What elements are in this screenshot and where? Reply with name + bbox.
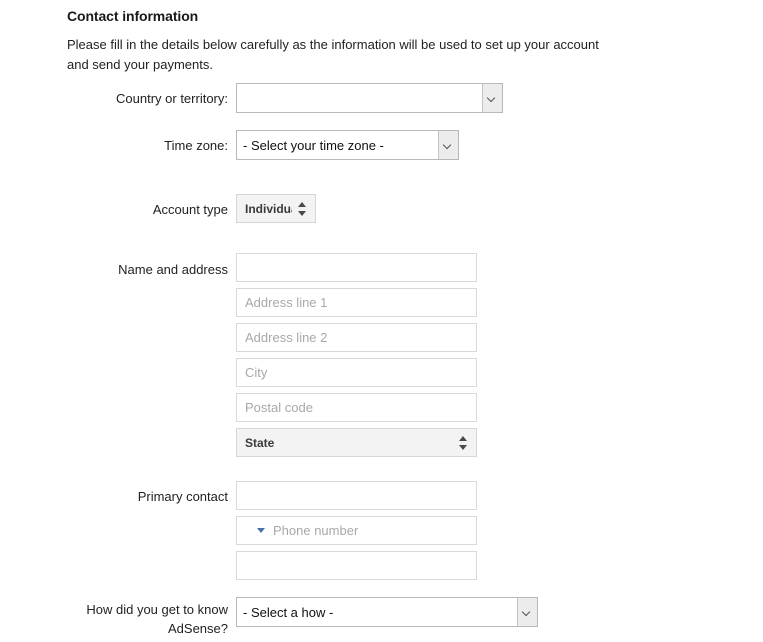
time-zone-label: Time zone: [164,138,228,153]
city-input[interactable]: City [236,358,477,387]
address-line-2-input[interactable]: Address line 2 [236,323,477,352]
postal-code-placeholder: Postal code [245,400,313,415]
time-zone-value: - Select your time zone - [243,137,384,153]
how-did-you-know-select[interactable]: - Select a how - [236,597,538,627]
address-line-1-input[interactable]: Address line 1 [236,288,477,317]
country-or-territory-label: Country or territory: [116,91,228,106]
how-did-you-know-label-line-2: AdSense? [168,621,228,636]
how-did-you-know-value: - Select a how - [243,604,334,620]
account-type-label: Account type [152,202,228,217]
country-or-territory-value [237,84,482,112]
phone-number-placeholder: Phone number [273,523,359,538]
address-line-1-placeholder: Address line 1 [245,295,328,310]
how-did-you-know-label: How did you get to know AdSense? [0,600,228,638]
how-did-you-know-label-line-1: How did you get to know [86,602,228,617]
primary-contact-email-input[interactable] [236,551,477,580]
section-description: Please fill in the details below careful… [67,37,599,72]
name-and-address-label: Name and address [118,262,228,277]
full-name-input[interactable] [236,253,477,282]
up-down-arrows-icon [459,435,468,450]
up-down-arrows-icon [298,201,307,216]
address-line-2-placeholder: Address line 2 [245,330,328,345]
phone-number-input[interactable]: Phone number [236,516,477,545]
page-title: Contact information [67,8,199,24]
country-or-territory-select[interactable] [236,83,503,113]
state-value: State [245,435,275,450]
primary-contact-label: Primary contact [137,489,228,504]
contact-information-form: Contact information Please fill in the d… [0,0,763,642]
primary-contact-name-input[interactable] [236,481,477,510]
postal-code-input[interactable]: Postal code [236,393,477,422]
state-select[interactable]: State [236,428,477,457]
chevron-down-icon [438,131,458,159]
account-type-value: Individual [245,201,292,216]
time-zone-select[interactable]: - Select your time zone - [236,130,459,160]
account-type-select[interactable]: Individual [236,194,316,223]
chevron-down-icon [517,598,537,626]
caret-down-icon[interactable] [257,528,265,533]
city-placeholder: City [245,365,268,380]
chevron-down-icon [482,84,502,112]
